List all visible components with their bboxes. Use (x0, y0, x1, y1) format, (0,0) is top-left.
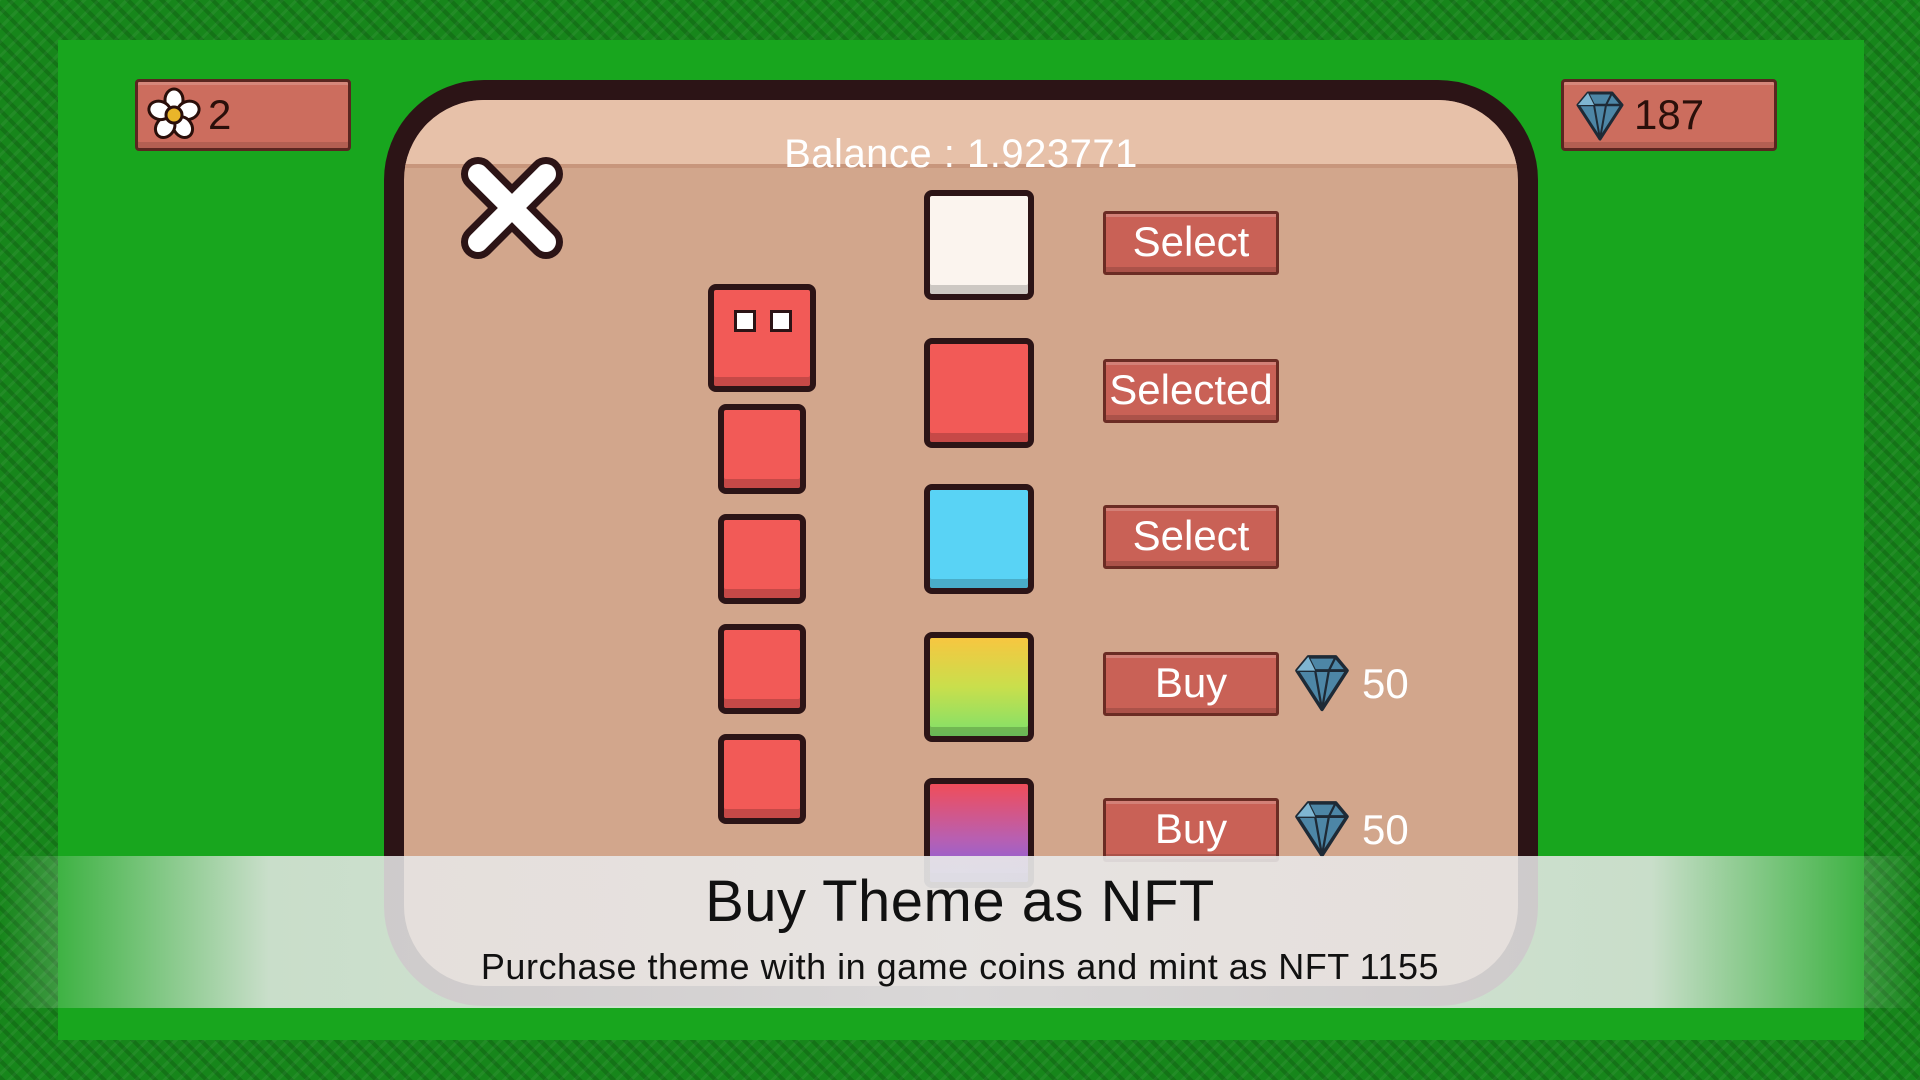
price-amount: 50 (1362, 806, 1409, 853)
theme-swatch-cyan (924, 484, 1034, 594)
theme-swatch-red (924, 338, 1034, 448)
player-eye-right (770, 310, 792, 332)
player-body-segment (718, 514, 806, 604)
gem-icon (1290, 650, 1354, 719)
gem-icon (1572, 87, 1628, 143)
price-amount: 50 (1362, 660, 1409, 707)
flower-counter: 2 (135, 79, 351, 151)
caption-subtitle: Purchase theme with in game coins and mi… (480, 946, 1440, 987)
close-icon[interactable] (454, 150, 570, 266)
player-body-segment (718, 404, 806, 494)
selected-theme-red-button[interactable]: Selected (1103, 359, 1279, 423)
theme-swatch-white (924, 190, 1034, 300)
flower-count: 2 (208, 91, 232, 138)
gem-count: 187 (1634, 91, 1705, 138)
flower-icon (146, 87, 202, 143)
gem-icon (1290, 796, 1354, 865)
gem-counter: 187 (1561, 79, 1777, 151)
select-theme-cyan-button[interactable]: Select (1103, 505, 1279, 569)
player-body-segment (718, 624, 806, 714)
theme-price: 50 (1290, 798, 1409, 862)
caption-banner: Buy Theme as NFT Purchase theme with in … (0, 856, 1920, 1008)
caption-title: Buy Theme as NFT (705, 869, 1215, 934)
theme-swatch-yellow-green (924, 632, 1034, 742)
player-head-preview (708, 284, 816, 392)
buy-theme-yellow-green-button[interactable]: Buy (1103, 652, 1279, 716)
player-body-segment (718, 734, 806, 824)
player-eye-left (734, 310, 756, 332)
buy-theme-red-purple-button[interactable]: Buy (1103, 798, 1279, 862)
balance-label: Balance : 1.923771 (784, 132, 1138, 176)
select-theme-white-button[interactable]: Select (1103, 211, 1279, 275)
theme-price: 50 (1290, 652, 1409, 716)
